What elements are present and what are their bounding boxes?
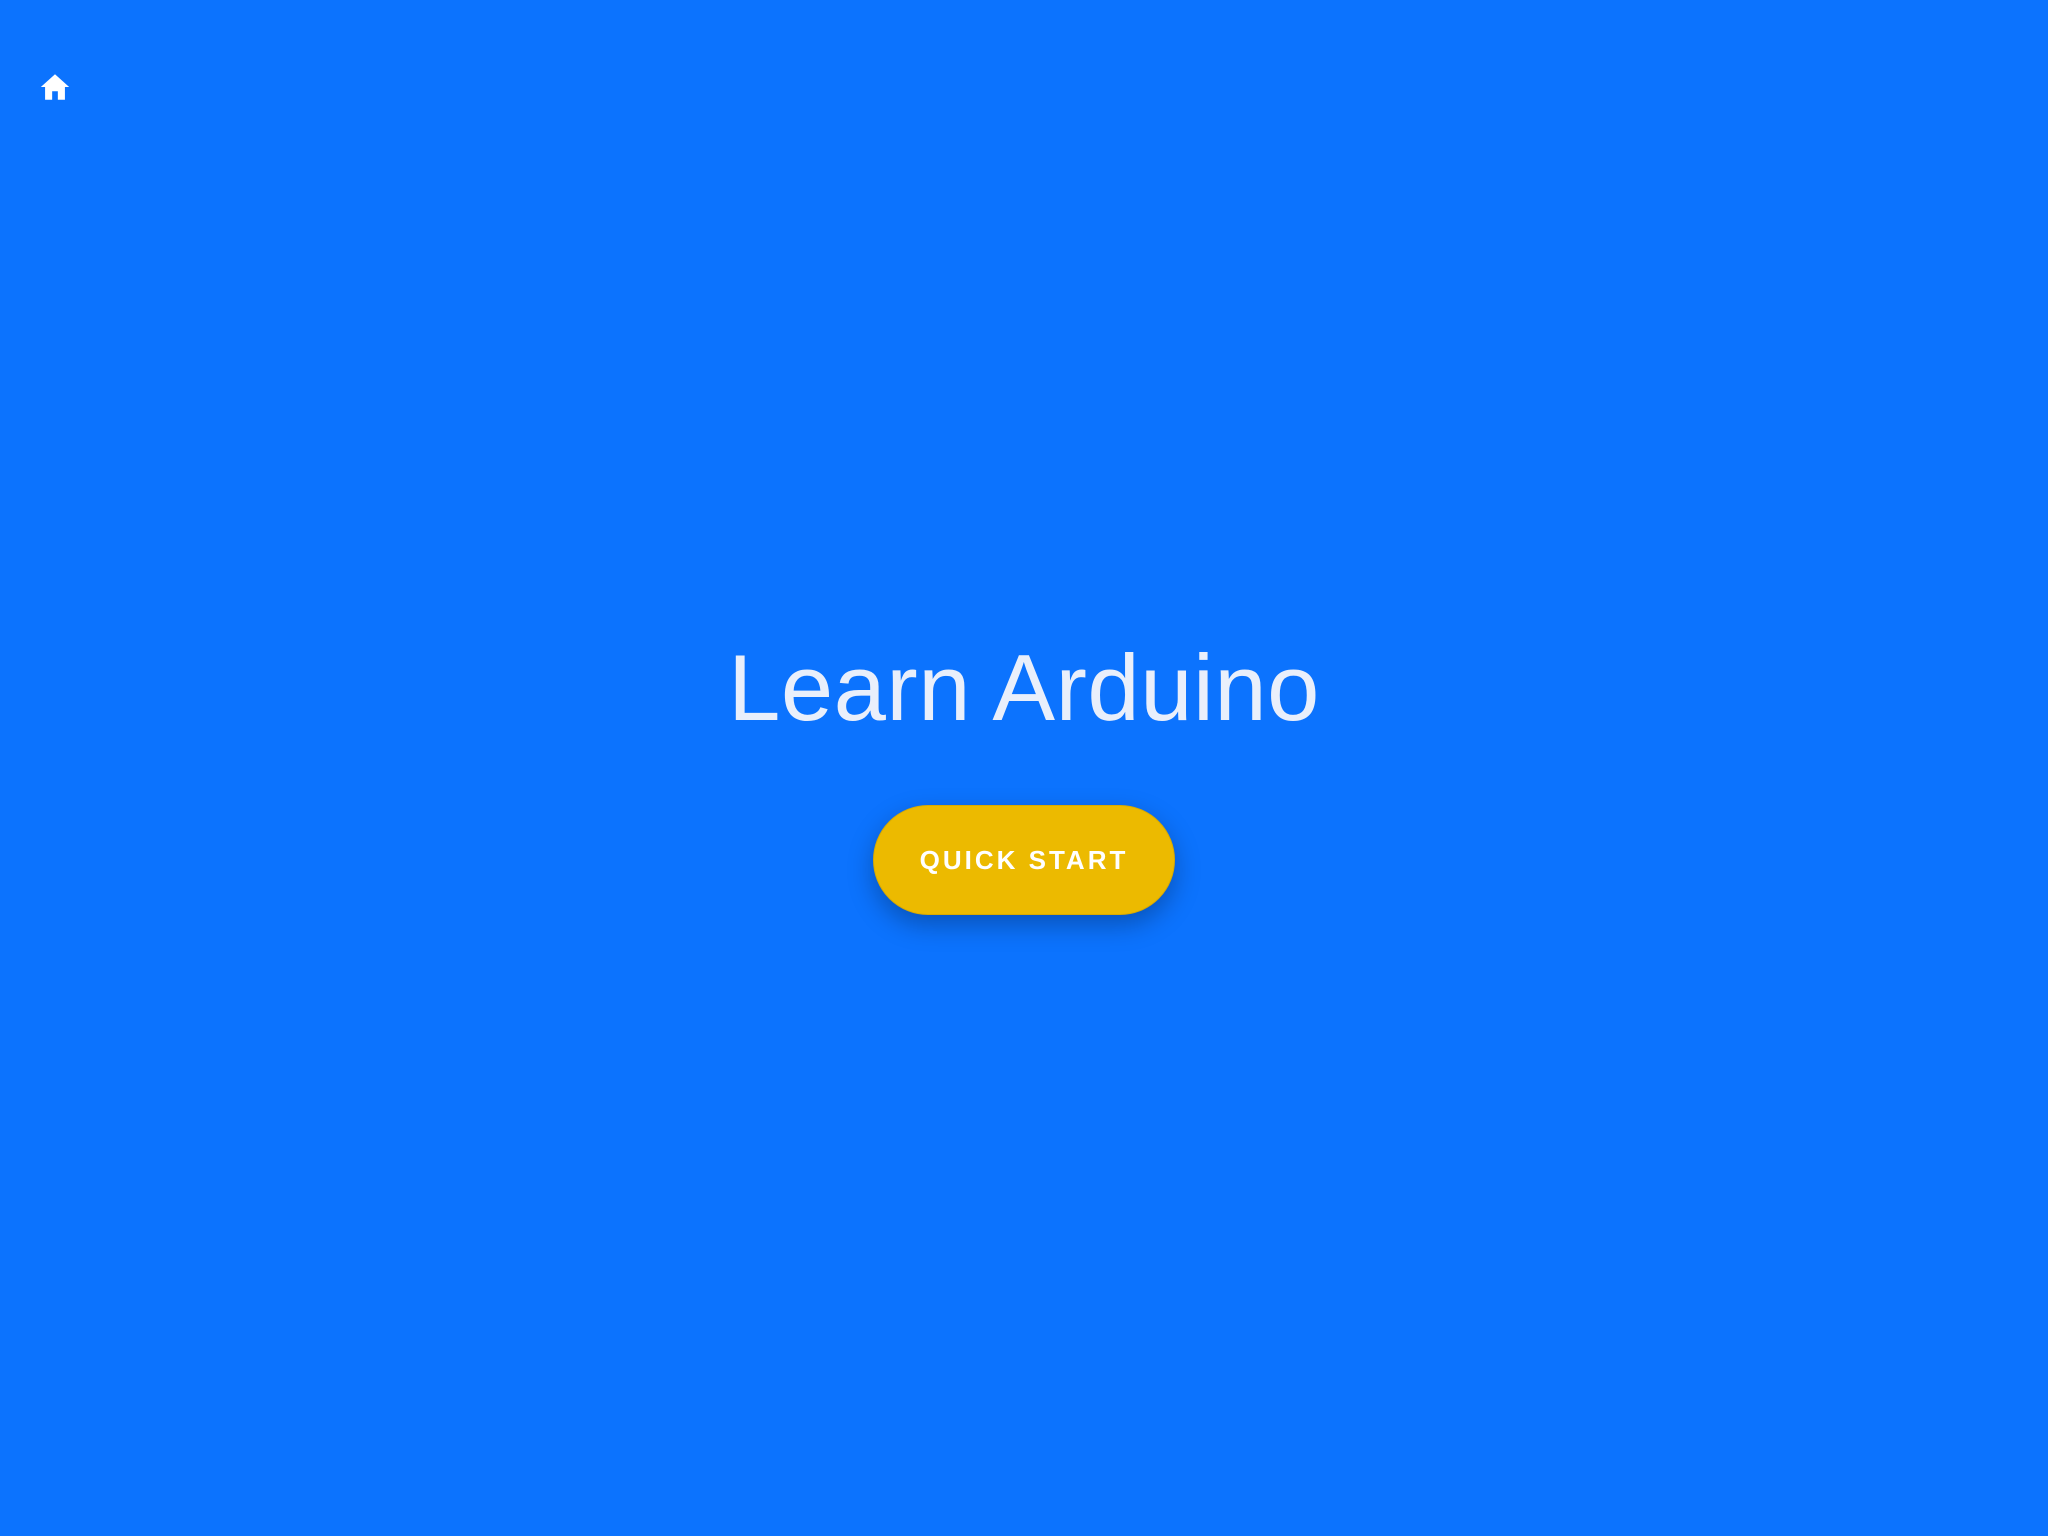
quick-start-button[interactable]: QUICK START <box>873 805 1175 915</box>
quick-start-label: QUICK START <box>919 844 1129 875</box>
page-title: Learn Arduino <box>728 635 1320 740</box>
hero-section: Learn Arduino QUICK START <box>0 0 2048 1536</box>
